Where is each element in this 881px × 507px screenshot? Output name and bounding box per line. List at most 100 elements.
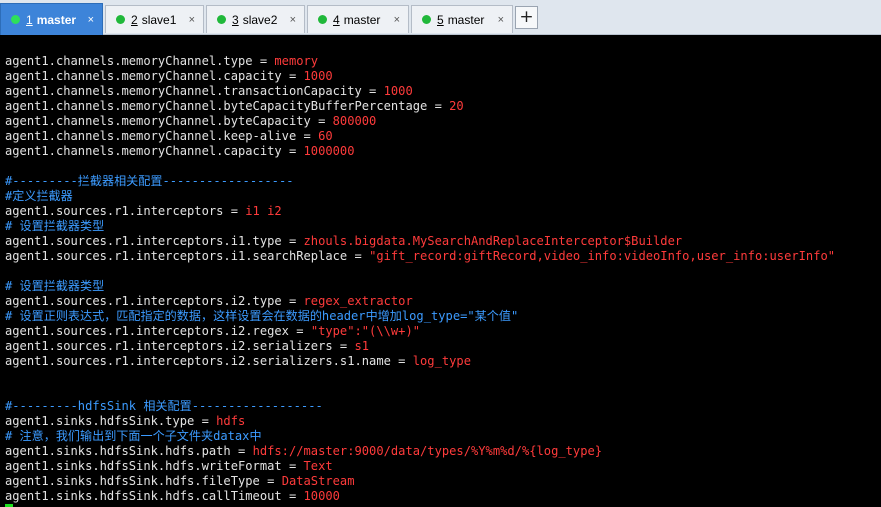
config-value: 20 — [449, 99, 464, 113]
close-icon[interactable]: × — [88, 14, 94, 26]
config-key: agent1.sources.r1.interceptors.i2.serial… — [5, 339, 333, 353]
close-icon[interactable]: × — [498, 14, 504, 26]
equals-sign: = — [288, 324, 311, 338]
config-value: regex_extractor — [303, 294, 413, 308]
tab-label: slave1 — [141, 12, 177, 27]
equals-sign: = — [332, 339, 355, 353]
tab-2-slave1[interactable]: 2 slave1 × — [105, 5, 204, 33]
config-key: agent1.sinks.hdfsSink.hdfs.callTimeout — [5, 489, 282, 503]
equals-sign: = — [230, 444, 253, 458]
config-line: agent1.sources.r1.interceptors.i2.regex … — [5, 324, 881, 339]
config-line: agent1.sources.r1.interceptors.i2.serial… — [5, 354, 881, 369]
config-value: "type":"(\\w+)" — [310, 324, 421, 338]
equals-sign: = — [281, 144, 304, 158]
config-value: i1 i2 — [245, 204, 282, 218]
comment-text: #定义拦截器 — [5, 189, 73, 203]
config-value: hdfs://master:9000/data/types/%Y%m%d/%{l… — [252, 444, 603, 458]
equals-sign: = — [296, 129, 319, 143]
config-key: agent1.channels.memoryChannel.keep-alive — [5, 129, 297, 143]
comment-line: # 设置拦截器类型 — [5, 279, 881, 294]
config-key: agent1.sources.r1.interceptors.i2.serial… — [5, 354, 391, 368]
comment-line: # 设置拦截器类型 — [5, 219, 881, 234]
tab-label: master — [343, 12, 381, 27]
config-key: agent1.sinks.hdfsSink.hdfs.writeFormat — [5, 459, 282, 473]
equals-sign: = — [427, 99, 450, 113]
comment-line: # 注意，我们输出到下面一个子文件夹datax中 — [5, 429, 881, 444]
config-line: agent1.sources.r1.interceptors.i2.type =… — [5, 294, 881, 309]
comment-text: # 设置拦截器类型 — [5, 219, 105, 233]
config-line: agent1.sinks.hdfsSink.hdfs.writeFormat =… — [5, 459, 881, 474]
config-value: log_type — [412, 354, 471, 368]
tab-1-master[interactable]: 1 master × — [0, 3, 103, 35]
equals-sign: = — [310, 114, 333, 128]
tab-bar: 1 master × 2 slave1 × 3 slave2 × 4 maste… — [0, 0, 881, 35]
config-value: zhouls.bigdata.MySearchAndReplaceInterce… — [303, 234, 683, 248]
config-line: agent1.channels.memoryChannel.byteCapaci… — [5, 99, 881, 114]
tab-4-master[interactable]: 4 master × — [307, 5, 409, 33]
equals-sign: = — [281, 294, 304, 308]
config-line: agent1.sinks.hdfsSink.hdfs.path = hdfs:/… — [5, 444, 881, 459]
config-key: agent1.sources.r1.interceptors.i2.type — [5, 294, 282, 308]
tab-number: 5 — [437, 12, 444, 27]
config-value: hdfs — [216, 414, 246, 428]
config-key: agent1.channels.memoryChannel.type — [5, 54, 253, 68]
equals-sign: = — [390, 354, 413, 368]
add-tab-button[interactable]: + — [515, 6, 538, 29]
tab-label: master — [36, 12, 77, 27]
config-line: agent1.sources.r1.interceptors.i1.search… — [5, 249, 881, 264]
comment-text: # 设置拦截器类型 — [5, 279, 105, 293]
terminal-output[interactable]: agent1.channels.memoryChannel.type = mem… — [5, 54, 881, 507]
close-icon[interactable]: × — [189, 14, 195, 26]
config-key: agent1.sinks.hdfsSink.hdfs.path — [5, 444, 231, 458]
config-value: 1000 — [383, 84, 413, 98]
config-key: agent1.sources.r1.interceptors.i1.search… — [5, 249, 348, 263]
config-line: agent1.sinks.hdfsSink.hdfs.callTimeout =… — [5, 489, 881, 504]
equals-sign: = — [281, 459, 304, 473]
config-key: agent1.channels.memoryChannel.capacity — [5, 69, 282, 83]
config-value: 1000 — [303, 69, 333, 83]
close-icon[interactable]: × — [394, 14, 400, 26]
connection-status-icon — [11, 15, 20, 24]
config-line: agent1.channels.memoryChannel.byteCapaci… — [5, 114, 881, 129]
config-line: agent1.channels.memoryChannel.keep-alive… — [5, 129, 881, 144]
tab-number: 1 — [26, 12, 33, 27]
close-icon[interactable]: × — [290, 14, 296, 26]
tab-number: 4 — [333, 12, 340, 27]
config-key: agent1.sources.r1.interceptors — [5, 204, 224, 218]
config-key: agent1.channels.memoryChannel.byteCapaci… — [5, 114, 311, 128]
comment-text: # 注意，我们输出到下面一个子文件夹datax中 — [5, 429, 262, 443]
equals-sign: = — [194, 414, 217, 428]
connection-status-icon — [318, 15, 327, 24]
config-key: agent1.sinks.hdfsSink.type — [5, 414, 195, 428]
config-line: agent1.sinks.hdfsSink.type = hdfs — [5, 414, 881, 429]
tab-3-slave2[interactable]: 3 slave2 × — [206, 5, 305, 33]
tab-5-master[interactable]: 5 master × — [411, 5, 513, 33]
equals-sign: = — [223, 204, 246, 218]
comment-line: #---------hdfsSink 相关配置-----------------… — [5, 399, 881, 414]
config-value: 60 — [318, 129, 333, 143]
config-value: 10000 — [303, 489, 340, 503]
config-key: agent1.channels.memoryChannel.capacity — [5, 144, 282, 158]
config-line: agent1.sources.r1.interceptors = i1 i2 — [5, 204, 881, 219]
comment-text: # 设置正则表达式，匹配指定的数据，这样设置会在数据的header中增加log_… — [5, 309, 519, 323]
config-value: Text — [303, 459, 333, 473]
config-line: agent1.channels.memoryChannel.type = mem… — [5, 54, 881, 69]
config-value: 1000000 — [303, 144, 355, 158]
config-line: agent1.channels.memoryChannel.capacity =… — [5, 69, 881, 84]
equals-sign: = — [361, 84, 384, 98]
comment-line: #定义拦截器 — [5, 189, 881, 204]
tab-number: 2 — [131, 12, 138, 27]
connection-status-icon — [116, 15, 125, 24]
equals-sign: = — [281, 69, 304, 83]
tab-label: slave2 — [242, 12, 278, 27]
comment-line: # 设置正则表达式，匹配指定的数据，这样设置会在数据的header中增加log_… — [5, 309, 881, 324]
equals-sign: = — [347, 249, 370, 263]
config-line: agent1.channels.memoryChannel.transactio… — [5, 84, 881, 99]
config-value: s1 — [354, 339, 370, 353]
config-key: agent1.channels.memoryChannel.transactio… — [5, 84, 362, 98]
config-key: agent1.channels.memoryChannel.byteCapaci… — [5, 99, 428, 113]
